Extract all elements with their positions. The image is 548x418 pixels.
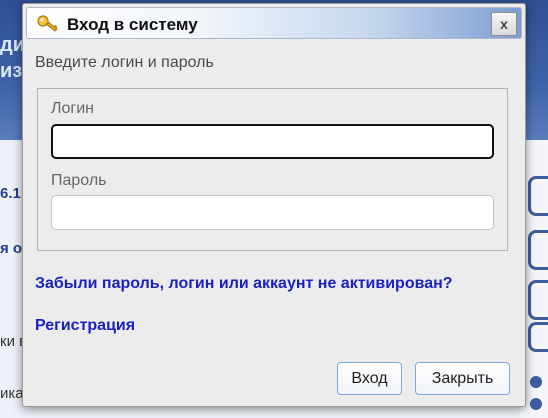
login-dialog: Вход в систему x Введите логин и пароль … <box>22 3 526 407</box>
chat-icon <box>528 230 548 270</box>
close-button[interactable]: Закрыть <box>415 362 510 395</box>
background-text: 6.1 <box>0 185 21 202</box>
background-text: ика <box>0 385 24 402</box>
password-input[interactable] <box>51 195 494 230</box>
forgot-password-link[interactable]: Забыли пароль, логин или аккаунт не акти… <box>35 275 453 293</box>
login-label: Логин <box>51 100 95 117</box>
login-button[interactable]: Вход <box>337 362 402 395</box>
credentials-fieldset: Логин Пароль <box>37 88 508 251</box>
instructions-text: Введите логин и пароль <box>35 54 214 71</box>
document-icon <box>528 280 548 320</box>
register-link[interactable]: Регистрация <box>35 317 135 335</box>
password-label: Пароль <box>51 172 107 189</box>
dot-icon <box>530 398 542 410</box>
dialog-titlebar[interactable]: Вход в систему x <box>26 7 522 39</box>
calendar-icon <box>528 176 548 216</box>
background-header-text: из <box>0 60 23 82</box>
login-input[interactable] <box>51 124 494 159</box>
close-icon-button[interactable]: x <box>491 12 517 36</box>
dialog-title: Вход в систему <box>67 15 198 34</box>
dot-icon <box>530 376 542 388</box>
user-icon <box>528 322 548 352</box>
key-icon <box>37 14 59 34</box>
